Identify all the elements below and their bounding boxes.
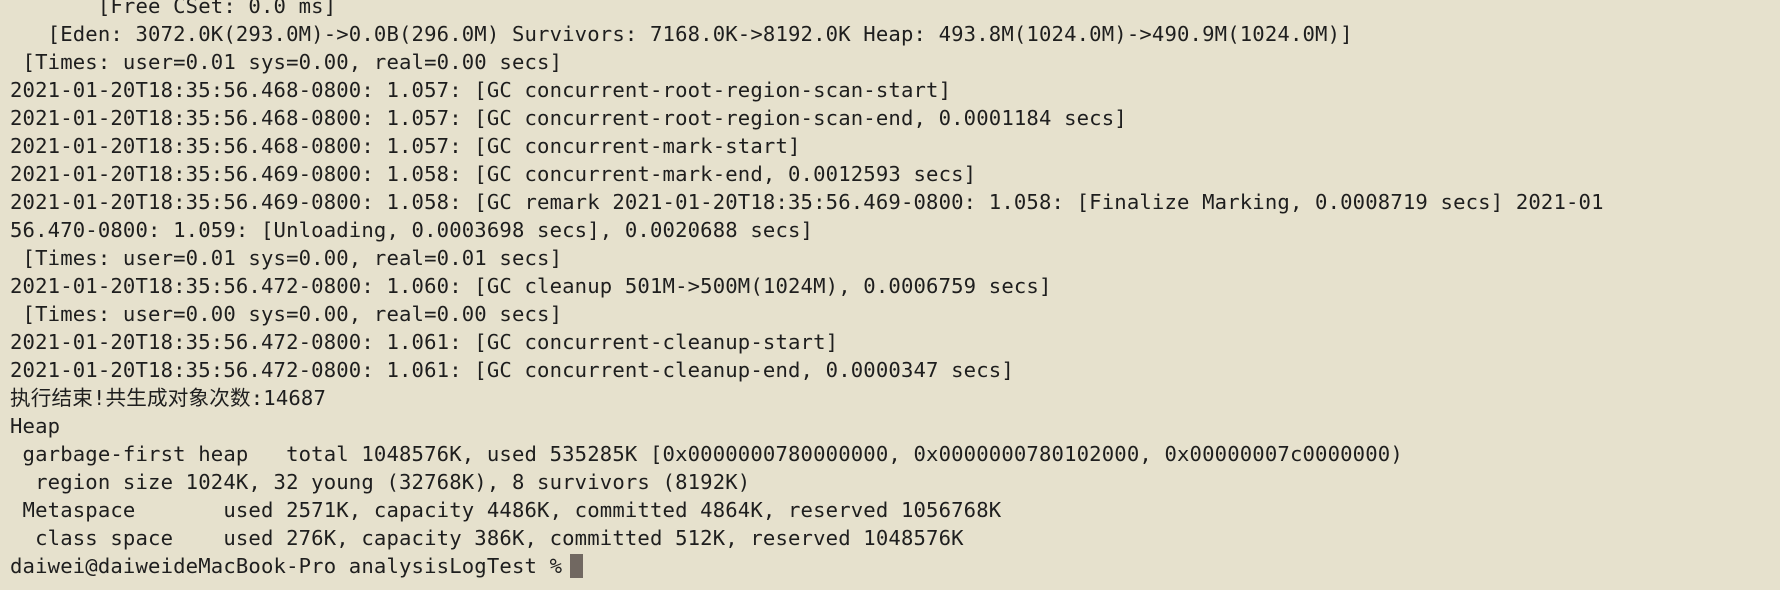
terminal-line-2: [Eden: 3072.0K(293.0M)->0.0B(296.0M) Sur… — [10, 22, 1353, 46]
terminal-line-7: 2021-01-20T18:35:56.469-0800: 1.058: [GC… — [10, 162, 977, 186]
terminal-line-18: region size 1024K, 32 young (32768K), 8 … — [10, 470, 751, 494]
terminal-line-17: garbage-first heap total 1048576K, used … — [10, 442, 1403, 466]
terminal-line-12: [Times: user=0.00 sys=0.00, real=0.00 se… — [10, 302, 563, 326]
terminal-line-13: 2021-01-20T18:35:56.472-0800: 1.061: [GC… — [10, 330, 839, 354]
terminal-line-5: 2021-01-20T18:35:56.468-0800: 1.057: [GC… — [10, 106, 1127, 130]
shell-prompt: daiwei@daiweideMacBook-Pro analysisLogTe… — [10, 554, 563, 578]
terminal-line-10: [Times: user=0.01 sys=0.00, real=0.01 se… — [10, 246, 563, 270]
terminal-line-4: 2021-01-20T18:35:56.468-0800: 1.057: [GC… — [10, 78, 952, 102]
terminal-line-20: class space used 276K, capacity 386K, co… — [10, 526, 964, 550]
terminal-prompt-line[interactable]: daiwei@daiweideMacBook-Pro analysisLogTe… — [10, 552, 1780, 580]
terminal-output: [Free CSet: 0.0 ms] [Eden: 3072.0K(293.0… — [10, 0, 1780, 580]
text-cursor — [570, 554, 584, 578]
terminal-line-8: 2021-01-20T18:35:56.469-0800: 1.058: [GC… — [10, 190, 1604, 214]
terminal-line-15: 执行结束!共生成对象次数:14687 — [10, 386, 327, 410]
terminal-line-14: 2021-01-20T18:35:56.472-0800: 1.061: [GC… — [10, 358, 1014, 382]
terminal-line-1: [Free CSet: 0.0 ms] — [10, 0, 337, 18]
terminal-line-6: 2021-01-20T18:35:56.468-0800: 1.057: [GC… — [10, 134, 801, 158]
terminal-window[interactable]: [Free CSet: 0.0 ms] [Eden: 3072.0K(293.0… — [0, 0, 1780, 590]
terminal-line-19: Metaspace used 2571K, capacity 4486K, co… — [10, 498, 1002, 522]
terminal-line-16: Heap — [10, 414, 61, 438]
terminal-line-3: [Times: user=0.01 sys=0.00, real=0.00 se… — [10, 50, 563, 74]
terminal-line-9: 56.470-0800: 1.059: [Unloading, 0.000369… — [10, 218, 814, 242]
terminal-line-11: 2021-01-20T18:35:56.472-0800: 1.060: [GC… — [10, 274, 1052, 298]
